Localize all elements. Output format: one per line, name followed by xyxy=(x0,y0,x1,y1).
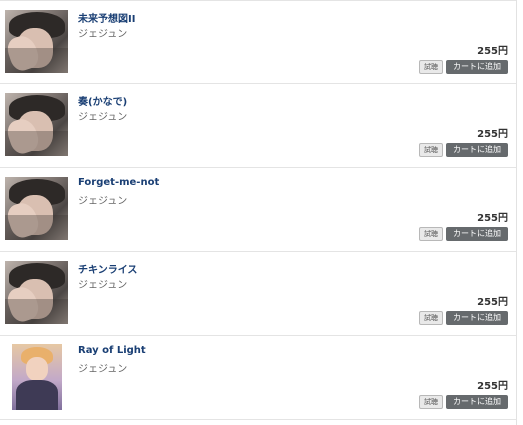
album-cover-image[interactable] xyxy=(5,10,68,73)
track-title[interactable]: 未来予想図II xyxy=(78,10,135,25)
track-price: 255円 xyxy=(477,129,508,140)
track-row: Ray of Light ジェジュン 255円 試聴 カートに追加 xyxy=(0,336,516,420)
track-artist: ジェジュン xyxy=(78,364,128,375)
track-artist: ジェジュン xyxy=(78,29,128,40)
track-price: 255円 xyxy=(477,46,508,57)
track-title[interactable]: チキンライス xyxy=(78,261,137,276)
album-cover-image[interactable] xyxy=(12,344,62,410)
add-to-cart-button[interactable]: カートに追加 xyxy=(446,227,508,241)
preview-button[interactable]: 試聴 xyxy=(419,395,443,409)
album-cover-image[interactable] xyxy=(5,261,68,324)
track-artist: ジェジュン xyxy=(78,280,128,291)
track-price: 255円 xyxy=(477,213,508,224)
track-title[interactable]: Ray of Light xyxy=(78,345,146,356)
preview-button[interactable]: 試聴 xyxy=(419,311,443,325)
track-row: Forget-me-not ジェジュン 255円 試聴 カートに追加 xyxy=(0,168,516,252)
add-to-cart-button[interactable]: カートに追加 xyxy=(446,395,508,409)
track-artist: ジェジュン xyxy=(78,196,128,207)
track-row: チキンライス ジェジュン 255円 試聴 カートに追加 xyxy=(0,252,516,336)
add-to-cart-button[interactable]: カートに追加 xyxy=(446,60,508,74)
track-price: 255円 xyxy=(477,381,508,392)
track-list: 未来予想図II ジェジュン 255円 試聴 カートに追加 奏(かなで) ジェジュ… xyxy=(0,0,517,425)
track-price: 255円 xyxy=(477,297,508,308)
add-to-cart-button[interactable]: カートに追加 xyxy=(446,143,508,157)
album-cover-image[interactable] xyxy=(5,93,68,156)
preview-button[interactable]: 試聴 xyxy=(419,227,443,241)
add-to-cart-button[interactable]: カートに追加 xyxy=(446,311,508,325)
track-title[interactable]: 奏(かなで) xyxy=(78,93,127,108)
preview-button[interactable]: 試聴 xyxy=(419,143,443,157)
track-row: 未来予想図II ジェジュン 255円 試聴 カートに追加 xyxy=(0,0,516,84)
preview-button[interactable]: 試聴 xyxy=(419,60,443,74)
album-cover-image[interactable] xyxy=(5,177,68,240)
track-row: 奏(かなで) ジェジュン 255円 試聴 カートに追加 xyxy=(0,84,516,168)
track-artist: ジェジュン xyxy=(78,112,128,123)
track-title[interactable]: Forget-me-not xyxy=(78,177,159,188)
